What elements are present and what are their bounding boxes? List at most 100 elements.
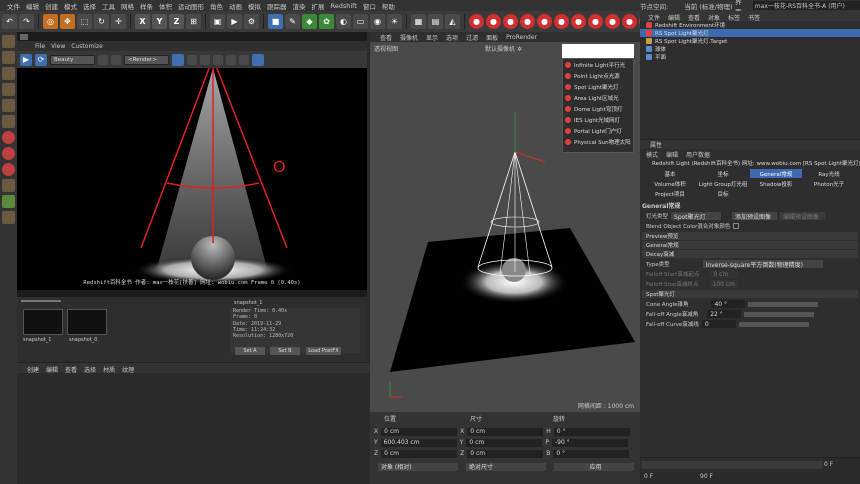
position-z-field[interactable]: 0 cm xyxy=(381,449,458,458)
tab-basic[interactable]: 基本 xyxy=(644,169,696,178)
axis-x-button[interactable]: X xyxy=(135,14,150,29)
scale-icon[interactable]: ⬚ xyxy=(77,14,92,29)
light-type-dropdown[interactable]: Spot聚光灯 xyxy=(671,212,722,221)
apply-button[interactable]: 应用 xyxy=(554,462,634,471)
redshift-s-icon[interactable] xyxy=(2,131,15,144)
size-mode-dropdown[interactable]: 绝对尺寸 xyxy=(466,462,546,471)
obj-menu-object[interactable]: 对象 xyxy=(708,13,720,22)
menu-file[interactable]: 文件 xyxy=(4,1,23,11)
rotation-b-field[interactable]: 0 ° xyxy=(553,449,630,458)
decay-type-dropdown[interactable]: Inverse-square平方倒数(物理精度) xyxy=(702,260,823,269)
tab-general[interactable]: General常规 xyxy=(750,169,802,178)
menu-help[interactable]: 帮助 xyxy=(379,1,398,11)
obj-menu-edit[interactable]: 编辑 xyxy=(668,13,680,22)
set-b-button[interactable]: Set B xyxy=(270,347,300,355)
falloff-stop-field[interactable]: 100 cm xyxy=(709,280,738,288)
tab-light-group[interactable]: Light Group灯光组 xyxy=(697,179,749,188)
lock-icon[interactable] xyxy=(172,53,184,66)
menu-animation[interactable]: 动画 xyxy=(226,1,245,11)
tab-ray[interactable]: Ray光线 xyxy=(803,169,855,178)
rv-menu-customize[interactable]: Customize xyxy=(71,43,103,50)
points-mode-icon[interactable] xyxy=(2,83,15,96)
vp-menu-filter[interactable]: 过滤 xyxy=(466,33,478,42)
rotation-h-field[interactable]: 0 ° xyxy=(553,427,630,436)
coordinate-system-icon[interactable]: ⊞ xyxy=(186,14,201,29)
vp-menu-view[interactable]: 查看 xyxy=(380,33,392,42)
menu-mode[interactable]: 模式 xyxy=(61,1,80,11)
light-icon[interactable]: ☀ xyxy=(387,14,402,29)
undo-icon[interactable]: ↶ xyxy=(2,14,17,29)
snapshot-scroll[interactable] xyxy=(21,300,61,302)
menu-item-point-light[interactable]: Point Light点光源 xyxy=(563,70,633,81)
obj-menu-file[interactable]: 文件 xyxy=(648,13,660,22)
falloff-curve-slider[interactable] xyxy=(738,321,809,327)
menu-tracker[interactable]: 跟踪器 xyxy=(264,1,290,11)
mat-menu-create[interactable]: 创建 xyxy=(27,365,39,374)
camera-icon[interactable]: ◉ xyxy=(370,14,385,29)
menu-create[interactable]: 创建 xyxy=(42,1,61,11)
vp-menu-panel[interactable]: 面板 xyxy=(486,33,498,42)
menu-render[interactable]: 渲染 xyxy=(290,1,309,11)
load-postfx-button[interactable]: Load PostFX xyxy=(306,347,341,355)
menu-item-physical-sun[interactable]: Physical Sun物理太阳 xyxy=(563,136,633,147)
coordinate-mode-dropdown[interactable]: 对象 (相对) xyxy=(378,462,458,471)
size-x-field[interactable]: 0 cm xyxy=(467,427,544,436)
aov-dropdown[interactable]: Beauty xyxy=(50,54,95,65)
section-decay[interactable]: Decay衰减 xyxy=(642,250,858,258)
mat-menu-texture[interactable]: 纹理 xyxy=(122,365,134,374)
render-image[interactable]: O Redshift百科全书 作者: max一枝花[扶善] 网址: wobiu.… xyxy=(17,68,367,290)
menu-window[interactable]: 窗口 xyxy=(360,1,379,11)
menu-character[interactable]: 角色 xyxy=(207,1,226,11)
mat-menu-edit[interactable]: 编辑 xyxy=(46,365,58,374)
tab-target[interactable]: 目标 xyxy=(697,189,749,198)
mat-menu-select[interactable]: 选择 xyxy=(84,365,96,374)
rotation-p-field[interactable]: -90 ° xyxy=(551,438,628,447)
redshift-light-icon[interactable]: ● xyxy=(537,14,552,29)
redshift-aov-icon[interactable]: ● xyxy=(622,14,637,29)
edit-preset-button[interactable]: 编辑预设图像 xyxy=(780,212,826,221)
cube-icon[interactable]: ■ xyxy=(268,14,283,29)
menu-spline[interactable]: 样条 xyxy=(137,1,156,11)
pick-icon[interactable] xyxy=(200,54,210,65)
size-y-field[interactable]: 0 cm xyxy=(466,438,543,447)
layer-icon[interactable] xyxy=(2,211,15,224)
menu-item-spot-light[interactable]: Spot Light聚光灯 xyxy=(563,81,633,92)
falloff-curve-field[interactable]: 0 xyxy=(701,320,736,328)
object-row-selected[interactable]: RS Spot Light聚光灯 xyxy=(640,29,860,37)
menu-item-area-light[interactable]: Area Light区域光 xyxy=(563,92,633,103)
live-select-icon[interactable]: ◎ xyxy=(43,14,58,29)
object-row[interactable]: 球体 xyxy=(640,45,860,53)
obj-menu-tag[interactable]: 标签 xyxy=(728,13,740,22)
attr-menu-mode[interactable]: 模式 xyxy=(646,150,658,159)
deformer-icon[interactable]: ◐ xyxy=(336,14,351,29)
cone-angle-field[interactable]: 40 ° xyxy=(711,300,746,308)
magnet-icon[interactable] xyxy=(2,195,15,208)
menu-simulate[interactable]: 模拟 xyxy=(245,1,264,11)
rv-menu-file[interactable]: File xyxy=(35,43,45,50)
redshift-s3-icon[interactable] xyxy=(2,163,15,176)
rotate-icon[interactable]: ↻ xyxy=(94,14,109,29)
edges-mode-icon[interactable] xyxy=(2,99,15,112)
redshift-s2-icon[interactable] xyxy=(2,147,15,160)
object-row[interactable]: Redshift Environment环境 xyxy=(640,21,860,29)
menu-volume[interactable]: 体积 xyxy=(156,1,175,11)
render-refresh-icon[interactable]: ⟳ xyxy=(35,53,47,66)
subdivision-icon[interactable]: ◆ xyxy=(302,14,317,29)
node-space-dropdown[interactable]: 当前 (标准/物理) xyxy=(684,1,732,11)
tab-volume[interactable]: Volume体积 xyxy=(644,179,696,188)
model-mode-icon[interactable] xyxy=(2,35,15,48)
render-view-icon[interactable]: ▶ xyxy=(227,14,242,29)
compare-icon[interactable] xyxy=(239,54,249,65)
axis-z-button[interactable]: Z xyxy=(169,14,184,29)
add-preset-button[interactable]: 添加预设图像 xyxy=(732,212,778,221)
menu-extensions[interactable]: 扩展 xyxy=(309,1,328,11)
redshift-sky-icon[interactable]: ● xyxy=(571,14,586,29)
redshift-object-icon[interactable]: ● xyxy=(520,14,535,29)
render-settings-icon[interactable]: ⚙ xyxy=(244,14,259,29)
grid-icon[interactable]: ▦ xyxy=(411,14,426,29)
fit-icon[interactable] xyxy=(252,53,264,66)
menu-mograph[interactable]: 运动图形 xyxy=(175,1,207,11)
axis-x-handle[interactable] xyxy=(514,151,546,163)
menu-select[interactable]: 选择 xyxy=(80,1,99,11)
redshift-material-icon[interactable]: ● xyxy=(554,14,569,29)
